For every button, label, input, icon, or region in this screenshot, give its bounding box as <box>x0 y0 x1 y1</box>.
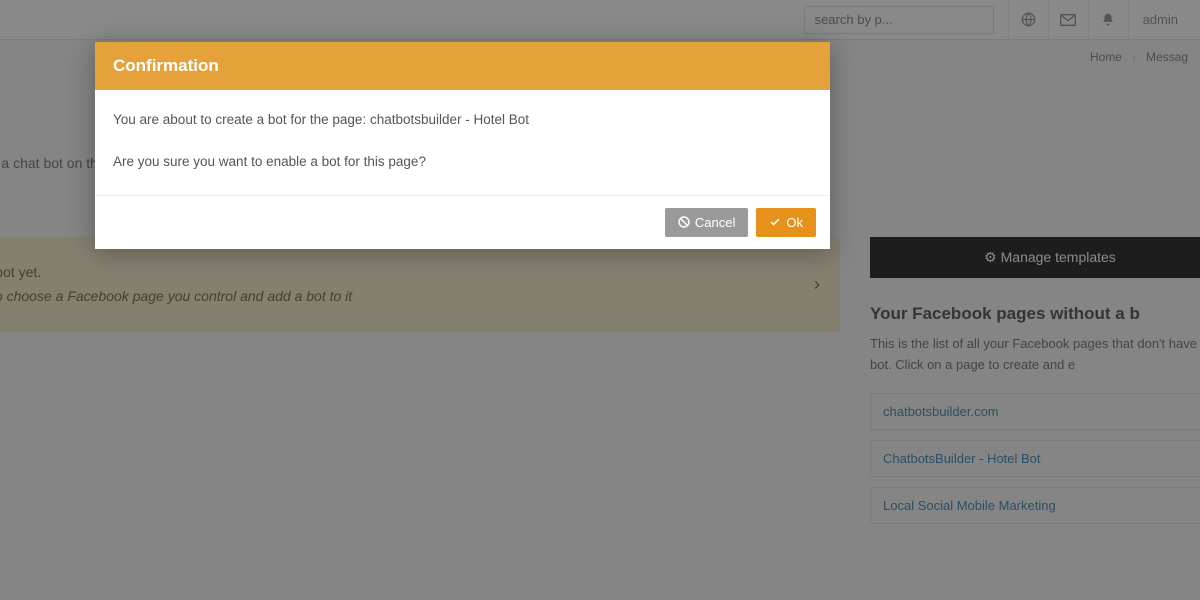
modal-line2: Are you sure you want to enable a bot fo… <box>113 152 812 172</box>
modal-body: You are about to create a bot for the pa… <box>95 90 830 195</box>
check-icon <box>769 216 781 228</box>
modal-line1: You are about to create a bot for the pa… <box>113 110 812 130</box>
ban-icon <box>678 216 690 228</box>
modal-title: Confirmation <box>95 42 830 90</box>
ok-label: Ok <box>786 215 803 230</box>
ok-button[interactable]: Ok <box>756 208 816 237</box>
cancel-button[interactable]: Cancel <box>665 208 748 237</box>
cancel-label: Cancel <box>695 215 735 230</box>
modal-footer: Cancel Ok <box>95 195 830 249</box>
confirmation-modal: Confirmation You are about to create a b… <box>95 42 830 249</box>
